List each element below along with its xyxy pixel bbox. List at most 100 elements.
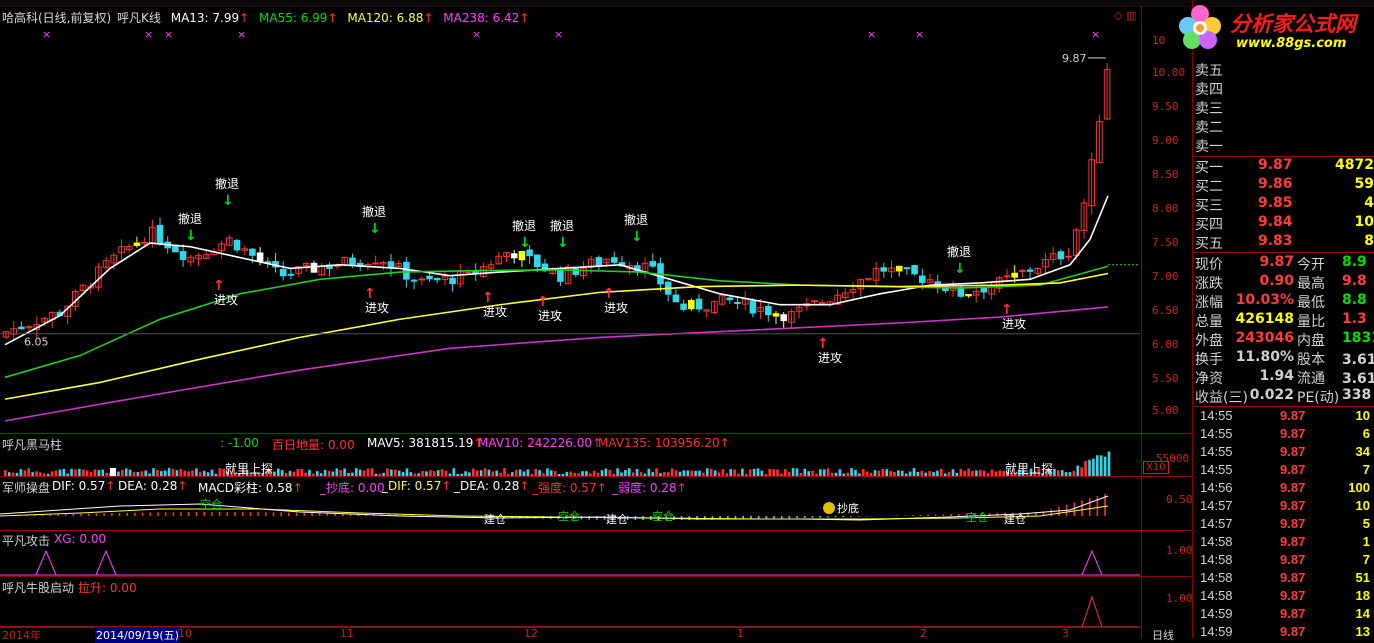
volume-bar bbox=[308, 469, 311, 476]
macd-signal-label: 空仓 bbox=[558, 509, 580, 523]
macd-signal-label: 建仓 bbox=[1004, 512, 1026, 526]
sell-2-row[interactable]: 卖二 bbox=[1192, 117, 1374, 136]
quote-label-2: 最低 bbox=[1297, 295, 1325, 311]
volume-bar bbox=[390, 469, 393, 476]
volume-bar bbox=[674, 470, 678, 476]
volume-bar bbox=[729, 469, 732, 476]
volume-bar bbox=[460, 473, 463, 476]
volume-bar bbox=[491, 471, 495, 476]
sell-4-row[interactable]: 卖四 bbox=[1192, 79, 1374, 98]
lasheng-chart[interactable] bbox=[0, 591, 1140, 631]
volume-bar bbox=[417, 473, 420, 476]
candle-body bbox=[557, 270, 564, 282]
candle-body bbox=[765, 305, 772, 316]
volume-bar bbox=[27, 468, 30, 476]
xg-chart[interactable] bbox=[0, 545, 1140, 577]
macd-signal-label: 空仓 bbox=[652, 509, 674, 523]
dif-line bbox=[0, 495, 1109, 521]
macd-signal-label: 建仓 bbox=[484, 512, 506, 526]
stock-title[interactable]: 哈高科(日线,前复权) bbox=[2, 11, 111, 25]
attack-arrow-icon: ↑ bbox=[482, 290, 494, 306]
quote-label: 净资 bbox=[1195, 371, 1223, 387]
volume-chart[interactable] bbox=[0, 446, 1140, 476]
volume-bar bbox=[148, 473, 151, 476]
tick-row: 14:59 9.87 14 bbox=[1192, 606, 1374, 624]
sell-3-row[interactable]: 卖三 bbox=[1192, 98, 1374, 117]
quote-label: 收益(三) bbox=[1195, 390, 1248, 406]
quote-row: 总量 426148 量比 1.3 bbox=[1192, 311, 1374, 330]
attack-arrow-icon: ↑ bbox=[213, 278, 225, 294]
quote-value: 0.90 bbox=[1259, 273, 1294, 289]
retreat-signal-label: 撤退 bbox=[178, 211, 202, 226]
price-axis-label: 10 bbox=[1152, 34, 1166, 47]
volume-bar bbox=[152, 468, 155, 476]
volume-bar bbox=[136, 471, 140, 476]
buy-label: 买三 bbox=[1195, 198, 1223, 214]
buy-4-row[interactable]: 买四 9.84 10 bbox=[1192, 214, 1374, 233]
buy-3-row[interactable]: 买三 9.85 4 bbox=[1192, 195, 1374, 214]
volume-bar bbox=[940, 468, 943, 476]
volume-bar bbox=[717, 472, 721, 476]
volume-bar bbox=[394, 469, 397, 476]
candle-body bbox=[688, 299, 695, 310]
time-label-cursor[interactable]: 2014/09/19(五) bbox=[95, 627, 180, 643]
buy-price: 9.87 bbox=[1258, 157, 1293, 173]
volume-bar bbox=[936, 470, 939, 476]
volume-bar bbox=[511, 472, 514, 476]
volume-bar bbox=[530, 473, 534, 476]
sell-5-row[interactable]: 卖五 bbox=[1192, 60, 1374, 79]
tick-time: 14:56 bbox=[1200, 480, 1233, 495]
volume-bar bbox=[101, 469, 105, 476]
candle-body bbox=[880, 267, 888, 272]
signal-marker: × bbox=[1091, 28, 1100, 41]
attack-arrow-icon: ↑ bbox=[364, 286, 376, 302]
candle-body bbox=[172, 245, 179, 253]
candle-body bbox=[980, 288, 988, 293]
menu-strip bbox=[0, 0, 1374, 7]
tick-volume: 1 bbox=[1362, 534, 1370, 549]
window-controls-icon[interactable]: ◇ ▥ bbox=[1114, 9, 1136, 22]
volume-bar bbox=[179, 468, 183, 476]
buy-label: 买二 bbox=[1195, 179, 1223, 195]
buy-2-row[interactable]: 买二 9.86 59 bbox=[1192, 176, 1374, 195]
buy-volume: 10 bbox=[1354, 214, 1374, 230]
volume-bar bbox=[175, 470, 179, 476]
volume-bar bbox=[358, 469, 362, 476]
price-axis-label: 9.00 bbox=[1152, 134, 1179, 147]
quote-value-2: 8.9 bbox=[1342, 254, 1367, 270]
candlestick-chart[interactable]: 9.876.05× × × × × × × × ×撤退↓撤退↓撤退↓ 撤退↓撤退↓撤退↓撤退↓↑进… bbox=[0, 26, 1140, 434]
tick-price: 9.87 bbox=[1280, 606, 1306, 621]
buy-5-row[interactable]: 买五 9.83 8 bbox=[1192, 233, 1374, 252]
volume-bar bbox=[1084, 460, 1087, 476]
buy-1-row[interactable]: 买一 9.87 4872 bbox=[1192, 157, 1374, 176]
volume-bar bbox=[768, 468, 771, 476]
time-label-oct: 10 bbox=[178, 627, 192, 640]
bottom-signal-icon bbox=[823, 502, 835, 514]
buy-price: 9.85 bbox=[1258, 195, 1293, 211]
volume-bar bbox=[920, 470, 924, 476]
candle-body bbox=[1003, 275, 1011, 278]
volume-bar bbox=[928, 470, 931, 476]
volume-bar bbox=[522, 471, 526, 476]
volume-bar bbox=[620, 472, 623, 476]
volume-bar bbox=[807, 471, 810, 476]
sell-1-row[interactable]: 卖一 bbox=[1192, 136, 1374, 155]
volume-bar bbox=[19, 469, 23, 476]
volume-bar bbox=[124, 468, 128, 476]
candle-body bbox=[449, 277, 456, 285]
volume-bar bbox=[647, 468, 651, 476]
volume-bar bbox=[955, 472, 959, 476]
tick-row: 14:56 9.87 100 bbox=[1192, 480, 1374, 498]
attack-signal-label: 进攻 bbox=[538, 309, 562, 323]
macd-chart[interactable]: 空仓建仓 空仓 建仓 空仓 空仓 建仓抄底 bbox=[0, 490, 1140, 528]
time-label-year: 2014年 bbox=[2, 629, 41, 642]
candle-body bbox=[903, 267, 911, 270]
tick-time: 14:58 bbox=[1200, 552, 1233, 567]
volume-bar bbox=[811, 470, 814, 476]
price-axis-label: 7.00 bbox=[1152, 270, 1179, 283]
attack-signal-label: 进攻 bbox=[604, 301, 628, 315]
volume-bar bbox=[561, 473, 565, 476]
time-axis-mode[interactable]: 日线 bbox=[1152, 627, 1174, 643]
macd-signal-label: 空仓 bbox=[200, 497, 222, 511]
formula-title[interactable]: 呼凡K线 bbox=[117, 11, 161, 25]
